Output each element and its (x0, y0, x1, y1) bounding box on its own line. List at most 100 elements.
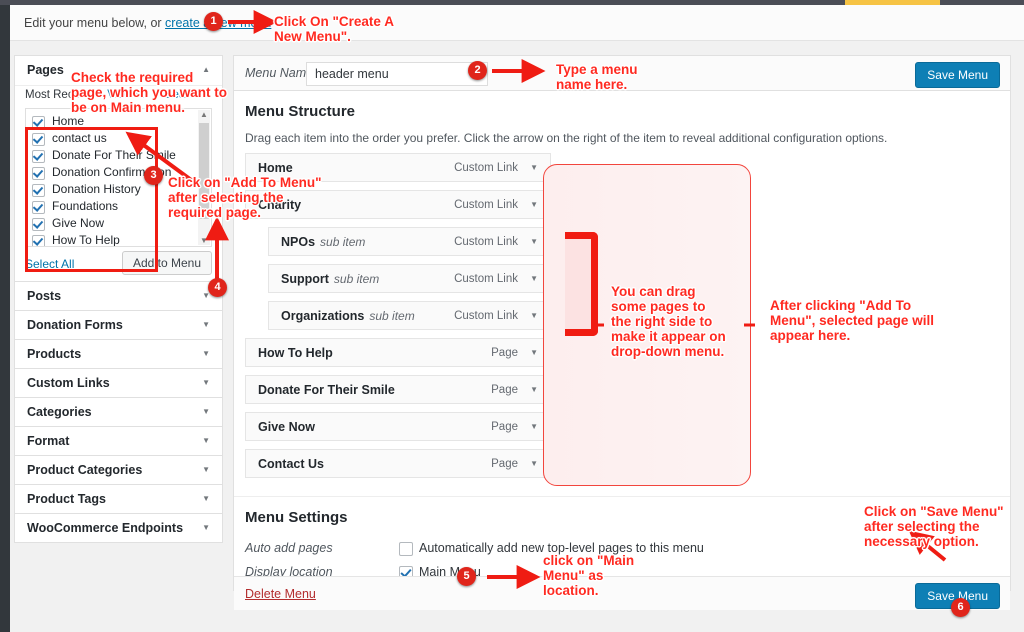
chevron-down-icon[interactable]: ▼ (202, 378, 210, 387)
menu-item-type: Custom Link (454, 162, 518, 174)
add-to-menu-button[interactable]: Add to Menu (121, 251, 212, 275)
tab-search[interactable]: Search (165, 89, 201, 101)
chevron-down-icon[interactable]: ▼ (202, 291, 210, 300)
sidebar-item-categories[interactable]: Categories ▼ (14, 398, 223, 427)
chevron-down-icon[interactable]: ▼ (530, 385, 538, 394)
menu-item-type: Page (491, 347, 518, 359)
pages-panel-footer: Select All Add to Menu (15, 247, 222, 281)
menu-item-how-to-help[interactable]: How To Help Page ▼ (245, 338, 551, 367)
chevron-down-icon[interactable]: ▼ (530, 237, 538, 246)
chevron-down-icon[interactable]: ▼ (202, 436, 210, 445)
chevron-down-icon[interactable]: ▼ (530, 163, 538, 172)
menu-item-donate-for-their-smile[interactable]: Donate For Their Smile Page ▼ (245, 375, 551, 404)
chevron-down-icon[interactable]: ▼ (202, 494, 210, 503)
sidebar-item-label: Custom Links (27, 376, 110, 390)
menu-item-sub-note: sub item (320, 235, 366, 249)
menu-item-sub-note: sub item (333, 272, 380, 286)
menu-item-give-now[interactable]: Give Now Page ▼ (245, 412, 551, 441)
menu-name-input[interactable]: header menu (306, 62, 488, 86)
menu-item-title: Support (281, 272, 329, 286)
pages-tabs: Most Recent View All Search (15, 86, 222, 108)
menu-item-type: Page (491, 384, 518, 396)
menu-structure-title: Menu Structure (245, 103, 356, 120)
sidebar-item-woocommerce-endpoints[interactable]: WooCommerce Endpoints ▼ (14, 514, 223, 543)
sidebar-item-label: Format (27, 434, 70, 448)
tab-most-recent[interactable]: Most Recent (25, 89, 90, 102)
chevron-down-icon[interactable]: ▼ (530, 348, 538, 357)
checkbox-home[interactable] (32, 116, 45, 129)
sidebar-item-product-categories[interactable]: Product Categories ▼ (14, 456, 223, 485)
list-item[interactable]: Give Now (26, 216, 211, 233)
chevron-down-icon[interactable]: ▼ (202, 349, 210, 358)
sidebar-item-format[interactable]: Format ▼ (14, 427, 223, 456)
list-item[interactable]: Donate For Their Smile (26, 148, 211, 165)
menu-item-label: Support sub item (281, 272, 379, 286)
menu-item-home[interactable]: Home Custom Link ▼ (245, 153, 551, 182)
sidebar-item-label: Products (27, 347, 82, 361)
chevron-down-icon[interactable]: ▼ (202, 523, 210, 532)
checkbox-contact-us[interactable] (32, 133, 45, 146)
sidebar-item-donation-forms[interactable]: Donation Forms ▼ (14, 311, 223, 340)
sidebar-item-posts[interactable]: Posts ▼ (14, 282, 223, 311)
sidebar-item-custom-links[interactable]: Custom Links ▼ (14, 369, 223, 398)
delete-menu-link[interactable]: Delete Menu (245, 587, 316, 601)
list-item-label: Donate For Their Smile (52, 148, 176, 162)
chevron-up-icon[interactable]: ▲ (202, 65, 210, 74)
menu-item-title: Organizations (281, 309, 365, 323)
checkbox-auto-add-pages[interactable] (399, 542, 413, 556)
checkbox-give-now[interactable] (32, 218, 45, 231)
sidebar-item-products[interactable]: Products ▼ (14, 340, 223, 369)
menu-item-label: NPOs sub item (281, 235, 365, 249)
list-item[interactable]: contact us (26, 131, 211, 148)
list-item-label: contact us (52, 131, 107, 145)
menu-item-type: Custom Link (454, 273, 518, 285)
scroll-up-icon[interactable]: ▲ (200, 110, 208, 119)
pages-list-scrollbar[interactable]: ▲ ▼ (198, 110, 210, 245)
create-new-menu-link[interactable]: create a new menu (165, 16, 271, 30)
menu-item-contact-us[interactable]: Contact Us Page ▼ (245, 449, 551, 478)
menu-item-type: Page (491, 458, 518, 470)
scroll-down-icon[interactable]: ▼ (200, 236, 208, 245)
scrollbar-thumb[interactable] (199, 123, 209, 219)
tab-view-all[interactable]: View All (107, 89, 147, 101)
save-menu-button-top[interactable]: Save Menu (915, 62, 1000, 88)
admin-left-rail (0, 5, 10, 632)
notice-prefix: Edit your menu below, or (24, 16, 166, 30)
menu-item-type: Page (491, 421, 518, 433)
list-item[interactable]: How To Help (26, 233, 211, 247)
save-menu-button-bottom[interactable]: Save Menu (915, 583, 1000, 609)
chevron-down-icon[interactable]: ▼ (530, 200, 538, 209)
menu-item-charity[interactable]: Charity Custom Link ▼ (245, 190, 551, 219)
menu-item-npos[interactable]: NPOs sub item Custom Link ▼ (268, 227, 551, 256)
list-item-label: How To Help (52, 233, 120, 247)
select-all-link[interactable]: Select All (25, 257, 74, 271)
chevron-down-icon[interactable]: ▼ (530, 459, 538, 468)
chevron-down-icon[interactable]: ▼ (530, 311, 538, 320)
list-item[interactable]: Donation History (26, 182, 211, 199)
menu-item-type: Custom Link (454, 310, 518, 322)
chevron-down-icon[interactable]: ▼ (202, 407, 210, 416)
checkbox-how-to-help[interactable] (32, 235, 45, 246)
pages-panel-header[interactable]: Pages ▲ (15, 56, 222, 86)
chevron-down-icon[interactable]: ▼ (202, 320, 210, 329)
list-item[interactable]: Home (26, 114, 211, 131)
checkbox-donate-for-their-smile[interactable] (32, 150, 45, 163)
auto-add-pages-option[interactable]: Automatically add new top-level pages to… (399, 541, 704, 556)
menu-settings-title: Menu Settings (245, 509, 348, 526)
menu-structure-panel: Menu Structure Drag each item into the o… (233, 91, 1011, 610)
chevron-down-icon[interactable]: ▼ (530, 422, 538, 431)
menu-item-organizations[interactable]: Organizations sub item Custom Link ▼ (268, 301, 551, 330)
auto-add-pages-option-label: Automatically add new top-level pages to… (419, 541, 704, 555)
checkbox-foundations[interactable] (32, 201, 45, 214)
pages-checkbox-list: Home contact us Donate For Their Smile D… (25, 108, 212, 247)
list-item[interactable]: Foundations (26, 199, 211, 216)
menu-item-support[interactable]: Support sub item Custom Link ▼ (268, 264, 551, 293)
menu-item-label: Charity (258, 198, 302, 212)
chevron-down-icon[interactable]: ▼ (202, 465, 210, 474)
checkbox-donation-confirmation[interactable] (32, 167, 45, 180)
list-item[interactable]: Donation Confirmation (26, 165, 211, 182)
chevron-down-icon[interactable]: ▼ (530, 274, 538, 283)
sidebar-item-product-tags[interactable]: Product Tags ▼ (14, 485, 223, 514)
menu-name-label: Menu Name (245, 66, 314, 80)
checkbox-donation-history[interactable] (32, 184, 45, 197)
